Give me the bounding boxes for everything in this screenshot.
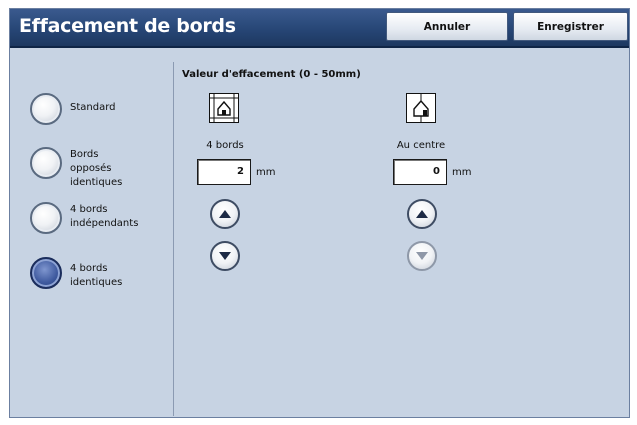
four-edges-increase-button[interactable] [210, 199, 240, 229]
option-label: 4 bords indépendants [70, 204, 139, 229]
radio-button[interactable] [30, 147, 62, 179]
save-button[interactable]: Enregistrer [513, 12, 628, 41]
option-label: Bords opposés identiques [70, 149, 123, 188]
center-value-field[interactable]: 0 [393, 159, 447, 185]
page-title: Effacement de bords [19, 15, 236, 37]
arrow-down-icon [416, 252, 428, 260]
center-decrease-button[interactable] [407, 241, 437, 271]
center-increase-button[interactable] [407, 199, 437, 229]
four-edges-decrease-button[interactable] [210, 241, 240, 271]
center-erase-icon [406, 93, 436, 123]
arrow-up-icon [219, 210, 231, 218]
four-edges-unit: mm [256, 167, 276, 178]
four-edges-icon [209, 93, 239, 123]
option-label: Standard [70, 102, 116, 113]
center-label: Au centre [396, 140, 446, 151]
four-edges-value-field[interactable]: 2 [197, 159, 251, 185]
radio-button[interactable] [30, 93, 62, 125]
arrow-down-icon [219, 252, 231, 260]
panel-divider [173, 62, 174, 416]
edge-erase-screen: Effacement de bords Annuler Enregistrer … [9, 8, 630, 418]
arrow-up-icon [416, 210, 428, 218]
option-label: 4 bords identiques [70, 263, 123, 288]
erase-value-label: Valeur d'effacement (0 - 50mm) [182, 69, 361, 80]
header-bar: Effacement de bords Annuler Enregistrer [10, 9, 629, 48]
radio-button[interactable] [30, 202, 62, 234]
cancel-button[interactable]: Annuler [386, 12, 508, 41]
radio-button-selected[interactable] [30, 257, 62, 289]
four-edges-label: 4 bords [206, 140, 244, 151]
center-unit: mm [452, 167, 472, 178]
